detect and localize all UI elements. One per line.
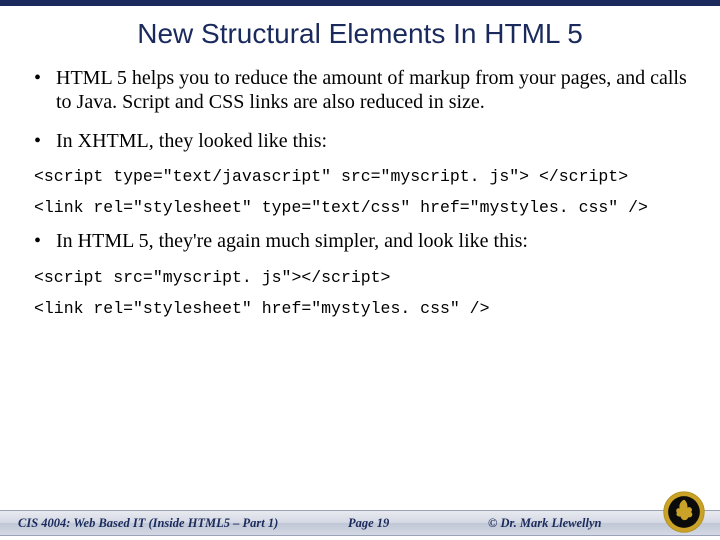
list-item: In XHTML, they looked like this: bbox=[26, 129, 694, 153]
code-block: <script src="myscript. js"></script> bbox=[26, 268, 694, 287]
bullet-list: HTML 5 helps you to reduce the amount of… bbox=[26, 66, 694, 153]
ucf-pegasus-logo-icon bbox=[662, 490, 706, 534]
bullet-list: In HTML 5, they're again much simpler, a… bbox=[26, 229, 694, 253]
code-block: <link rel="stylesheet" type="text/css" h… bbox=[26, 198, 694, 217]
footer-page: Page 19 bbox=[348, 516, 478, 531]
slide-title: New Structural Elements In HTML 5 bbox=[0, 6, 720, 56]
list-item: In HTML 5, they're again much simpler, a… bbox=[26, 229, 694, 253]
list-item: HTML 5 helps you to reduce the amount of… bbox=[26, 66, 694, 115]
slide: New Structural Elements In HTML 5 HTML 5… bbox=[0, 0, 720, 540]
slide-content: HTML 5 helps you to reduce the amount of… bbox=[0, 56, 720, 318]
footer-author: © Dr. Mark Llewellyn bbox=[488, 516, 602, 531]
footer-course: CIS 4004: Web Based IT (Inside HTML5 – P… bbox=[18, 516, 338, 531]
code-block: <script type="text/javascript" src="mysc… bbox=[26, 167, 694, 186]
code-block: <link rel="stylesheet" href="mystyles. c… bbox=[26, 299, 694, 318]
footer: CIS 4004: Web Based IT (Inside HTML5 – P… bbox=[0, 510, 720, 536]
footer-bar: CIS 4004: Web Based IT (Inside HTML5 – P… bbox=[0, 510, 720, 536]
